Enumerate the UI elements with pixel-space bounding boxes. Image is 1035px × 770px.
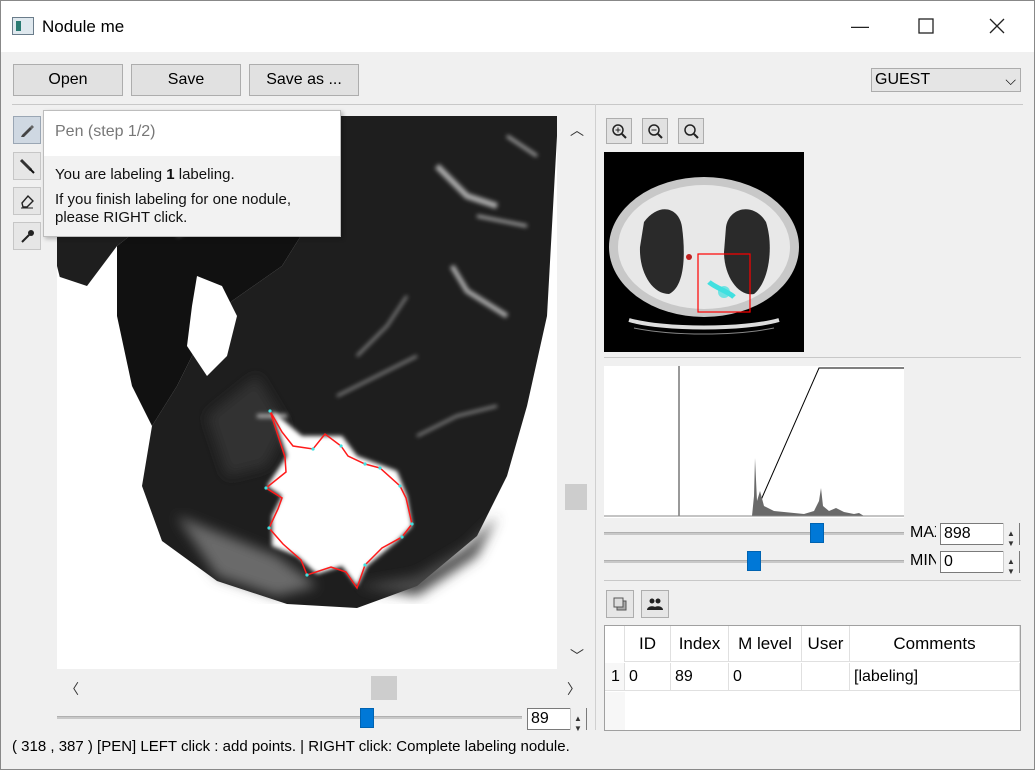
app-icon [12, 17, 34, 35]
status-bar: ( 318 , 387 ) [PEN] LEFT click : add poi… [12, 738, 570, 755]
vertical-scroll-thumb[interactable] [565, 484, 587, 510]
row-number[interactable]: 1 [605, 663, 625, 691]
nodule-table[interactable]: ID Index M level User Comments 1 0 89 0 … [604, 625, 1021, 731]
ct-thumbnail-image [604, 152, 804, 352]
tooltip-count: 1 [166, 166, 175, 183]
eraser-tool-button[interactable] [13, 187, 41, 215]
horizontal-scroll-thumb[interactable] [371, 676, 397, 700]
maximize-icon [918, 18, 934, 34]
open-button[interactable]: Open [13, 64, 123, 96]
close-icon [989, 18, 1005, 34]
picker-icon [21, 230, 34, 243]
max-slider-track[interactable] [604, 532, 904, 535]
brush-tool-button[interactable] [13, 152, 41, 180]
row-header-corner [605, 626, 625, 662]
tooltip-title: Pen (step 1/2) [44, 111, 340, 156]
picker-tool-button[interactable] [13, 222, 41, 250]
users-icon [647, 598, 663, 610]
chevron-up-icon[interactable]: ︿ [570, 120, 584, 140]
panel-divider [595, 104, 596, 730]
slice-value: 89 [531, 710, 549, 727]
pen-tooltip: Pen (step 1/2) You are labeling 1 labeli… [43, 110, 341, 237]
slice-slider-thumb[interactable] [360, 708, 374, 728]
save-as-button[interactable]: Save as ... [249, 64, 359, 96]
pen-tool-button[interactable] [13, 116, 41, 144]
maximize-button[interactable] [914, 14, 938, 38]
min-spinbox[interactable]: 0 ▲ ▼ [940, 551, 1020, 576]
max-slider-thumb[interactable] [810, 523, 824, 543]
chevron-down-icon[interactable]: ﹀ [570, 646, 584, 666]
intensity-histogram[interactable] [604, 366, 904, 518]
user-select-value: GUEST [875, 71, 931, 88]
save-button[interactable]: Save [131, 64, 241, 96]
ct-thumbnail[interactable] [604, 152, 804, 352]
tooltip-line-1-post: labeling. [178, 166, 235, 183]
cell-id[interactable]: 0 [625, 663, 671, 691]
min-slider-thumb[interactable] [747, 551, 761, 571]
cell-mlevel[interactable]: 0 [729, 663, 802, 691]
max-value: 898 [944, 525, 971, 542]
row-header-filler [605, 692, 625, 730]
viewer-vertical-scrollbar[interactable]: ︿ ﹀ [564, 116, 588, 669]
max-spinbox[interactable]: 898 ▲ ▼ [940, 523, 1020, 548]
zoom-fit-button[interactable] [678, 118, 704, 144]
col-header-mlevel[interactable]: M level [729, 626, 802, 662]
viewer-horizontal-scrollbar[interactable]: 〈 〉 [57, 676, 587, 700]
minimize-button[interactable]: — [848, 14, 872, 38]
max-label: MAX [910, 524, 936, 541]
chevron-left-icon[interactable]: 〈 [65, 679, 79, 699]
copy-button[interactable] [606, 590, 634, 618]
window-title: Nodule me [42, 17, 125, 36]
zoom-in-icon [612, 124, 627, 139]
section-divider [604, 357, 1021, 358]
cell-comments[interactable]: [labeling] [850, 663, 1020, 691]
section-divider-2 [604, 580, 1021, 581]
user-select[interactable]: GUEST ⌵ [871, 68, 1021, 92]
min-label: MIN [910, 552, 936, 569]
slice-spinbox[interactable]: 89 ▲ ▼ [527, 708, 587, 733]
chevron-down-icon: ⌵ [1005, 72, 1016, 88]
toolbar-divider [12, 104, 1023, 105]
eraser-icon [21, 194, 34, 209]
chevron-right-icon[interactable]: 〉 [567, 679, 581, 699]
cell-index[interactable]: 89 [671, 663, 729, 691]
col-header-id[interactable]: ID [625, 626, 671, 662]
pen-icon [21, 125, 34, 137]
brush-icon [19, 158, 35, 174]
zoom-out-icon [648, 124, 663, 139]
tooltip-line-1-pre: You are labeling [55, 166, 163, 183]
tooltip-line-2: If you finish labeling for one nodule, [55, 191, 291, 208]
histogram-plot [604, 366, 904, 518]
zoom-in-button[interactable] [606, 118, 632, 144]
min-value: 0 [944, 553, 953, 570]
users-button[interactable] [641, 590, 669, 618]
tooltip-line-3: please RIGHT click. [55, 209, 188, 226]
tooltip-line-1: You are labeling 1 labeling. [55, 166, 235, 183]
col-header-comments[interactable]: Comments [850, 626, 1020, 662]
zoom-fit-icon [684, 124, 699, 139]
cell-user[interactable] [802, 663, 850, 691]
copy-icon [613, 597, 627, 611]
zoom-out-button[interactable] [642, 118, 668, 144]
title-bar [0, 0, 1035, 52]
close-button[interactable] [985, 14, 1009, 38]
col-header-index[interactable]: Index [671, 626, 729, 662]
col-header-user[interactable]: User [802, 626, 850, 662]
slice-slider-track[interactable] [57, 716, 522, 719]
